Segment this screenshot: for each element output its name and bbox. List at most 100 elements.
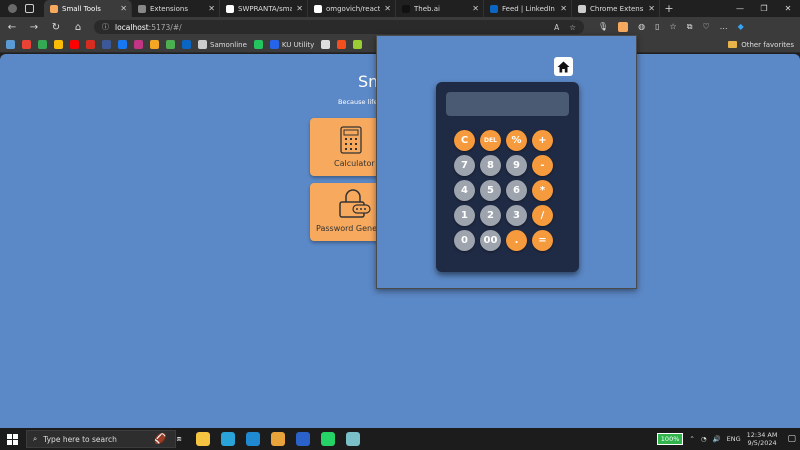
maximize-icon[interactable]: ❐ xyxy=(752,0,776,17)
bookmark-item[interactable] xyxy=(86,40,95,49)
bookmark-item[interactable] xyxy=(150,40,159,49)
calc-key[interactable]: + xyxy=(532,130,553,151)
calc-key[interactable]: . xyxy=(506,230,527,251)
tab-close-icon[interactable]: ✕ xyxy=(560,4,567,13)
calc-key[interactable]: 6 xyxy=(506,180,527,201)
network-icon[interactable]: ◔ xyxy=(701,435,707,443)
calc-key[interactable]: 0 xyxy=(454,230,475,251)
edge-icon[interactable] xyxy=(220,432,235,446)
tab-close-icon[interactable]: ✕ xyxy=(472,4,479,13)
bookmark-item[interactable] xyxy=(70,40,79,49)
app-icon[interactable] xyxy=(270,432,285,446)
tab-3[interactable]: omgovich/react-colorful✕ xyxy=(308,0,396,17)
address-bar[interactable]: ⓘ localhost:5173/#/ A ☆ xyxy=(94,20,584,34)
calc-key[interactable]: - xyxy=(532,155,553,176)
bookmark-item[interactable] xyxy=(337,40,347,49)
bookmark-item[interactable] xyxy=(38,40,47,49)
browser-toolbar: ← → ↻ ⌂ ⓘ localhost:5173/#/ A ☆ 🎙 ◍ ▯ ☆ … xyxy=(0,17,800,37)
bookmark-item[interactable] xyxy=(54,40,63,49)
calc-key[interactable]: / xyxy=(532,205,553,226)
bookmark-item[interactable] xyxy=(6,40,15,49)
search-highlight-icon[interactable]: 🏈 xyxy=(154,434,166,445)
calc-key[interactable]: 9 xyxy=(506,155,527,176)
task-view-icon[interactable]: ⧈ xyxy=(176,434,181,444)
close-window-icon[interactable]: ✕ xyxy=(776,0,800,17)
collections-icon[interactable]: ⧉ xyxy=(687,22,693,32)
calc-key[interactable]: 4 xyxy=(454,180,475,201)
bookmark-item[interactable] xyxy=(134,40,143,49)
other-favorites[interactable]: Other favorites xyxy=(728,41,794,49)
whatsapp-icon[interactable] xyxy=(320,432,335,446)
bookmark-item[interactable] xyxy=(253,40,263,49)
calc-key[interactable]: * xyxy=(532,180,553,201)
tab-0[interactable]: Small Tools ✕ xyxy=(44,0,132,17)
tray-chevron-icon[interactable]: ⌃ xyxy=(689,435,694,443)
forward-icon[interactable]: → xyxy=(28,22,40,33)
back-icon[interactable]: ← xyxy=(6,22,18,33)
mic-extension-icon[interactable]: 🎙 xyxy=(598,22,608,32)
calc-key[interactable]: 8 xyxy=(480,155,501,176)
workspaces-icon[interactable] xyxy=(25,4,34,13)
tab-close-icon[interactable]: ✕ xyxy=(208,4,215,13)
new-tab-button[interactable]: + xyxy=(660,0,678,17)
tab-close-icon[interactable]: ✕ xyxy=(384,4,391,13)
battery-indicator[interactable]: 100% xyxy=(656,433,684,445)
calc-key[interactable]: 7 xyxy=(454,155,475,176)
calc-key[interactable]: 3 xyxy=(506,205,527,226)
calc-key[interactable]: = xyxy=(532,230,553,251)
bookmark-item[interactable] xyxy=(102,40,111,49)
small-tools-extension-icon[interactable] xyxy=(618,22,629,32)
bookmark-item[interactable]: Samonline xyxy=(198,40,247,49)
clock[interactable]: 12:34 AM 9/5/2024 xyxy=(747,431,778,447)
bookmark-item[interactable] xyxy=(321,40,331,49)
notifications-icon[interactable]: ▢ xyxy=(787,434,796,444)
more-menu-icon[interactable]: … xyxy=(720,22,728,32)
info-icon[interactable]: ⓘ xyxy=(102,22,109,32)
bookmark-item[interactable] xyxy=(22,40,31,49)
calc-key[interactable]: 2 xyxy=(480,205,501,226)
home-nav-icon[interactable]: ⌂ xyxy=(72,22,84,33)
bookmark-favicon-icon xyxy=(22,40,31,49)
calc-key[interactable]: % xyxy=(506,130,527,151)
favorites-icon[interactable]: ☆ xyxy=(670,22,677,32)
bookmark-item[interactable] xyxy=(182,40,191,49)
volume-icon[interactable]: 🔊 xyxy=(713,435,721,443)
calculator: C DEL% +7 8 9- 4 5 6 * 1 2 3/ 0 00. = xyxy=(436,82,579,272)
tab-5[interactable]: Feed | LinkedIn ✕ xyxy=(484,0,572,17)
bookmark-item[interactable] xyxy=(353,40,363,49)
tab-close-icon[interactable]: ✕ xyxy=(296,4,303,13)
extensions-puzzle-icon[interactable]: ◍ xyxy=(638,22,645,32)
tab-2[interactable]: SWPRANTA/small-tools ✕ xyxy=(220,0,308,17)
split-screen-icon[interactable]: ▯ xyxy=(655,22,659,32)
tab-4[interactable]: Theb.ai ✕ xyxy=(396,0,484,17)
read-aloud-icon[interactable]: A xyxy=(554,23,559,32)
profile-icon[interactable] xyxy=(8,4,17,13)
bookmark-item[interactable] xyxy=(118,40,127,49)
bookmark-item[interactable]: KU Utility xyxy=(269,40,314,49)
copilot-icon[interactable]: ◆ xyxy=(738,22,744,32)
calc-key[interactable]: 1 xyxy=(454,205,475,226)
language-indicator[interactable]: ENG xyxy=(727,435,741,443)
tab-6[interactable]: Chrome Extension AI ✕ xyxy=(572,0,660,17)
refresh-icon[interactable]: ↻ xyxy=(50,22,62,33)
home-button[interactable] xyxy=(554,57,573,76)
magnifier-app-icon[interactable] xyxy=(295,432,310,446)
favorite-star-icon[interactable]: ☆ xyxy=(569,23,576,32)
app2-icon[interactable] xyxy=(345,432,360,446)
browser-essentials-icon[interactable]: ♡ xyxy=(702,22,709,32)
file-explorer-icon[interactable] xyxy=(195,432,210,446)
calc-key[interactable]: 5 xyxy=(480,180,501,201)
tab-1[interactable]: Extensions ✕ xyxy=(132,0,220,17)
calc-key[interactable]: 00 xyxy=(480,230,501,251)
calculator-display xyxy=(446,92,569,116)
bookmark-item[interactable] xyxy=(166,40,175,49)
windows-start-icon[interactable] xyxy=(4,432,20,446)
calc-key[interactable]: DEL xyxy=(480,130,501,151)
minimize-icon[interactable]: — xyxy=(728,0,752,17)
tab-close-icon[interactable]: ✕ xyxy=(120,4,127,13)
vscode-icon[interactable] xyxy=(245,432,260,446)
bookmark-favicon-icon xyxy=(86,40,95,49)
calculator-card-label: Calculator xyxy=(334,159,375,168)
tab-close-icon[interactable]: ✕ xyxy=(648,4,655,13)
calc-key[interactable]: C xyxy=(454,130,475,151)
